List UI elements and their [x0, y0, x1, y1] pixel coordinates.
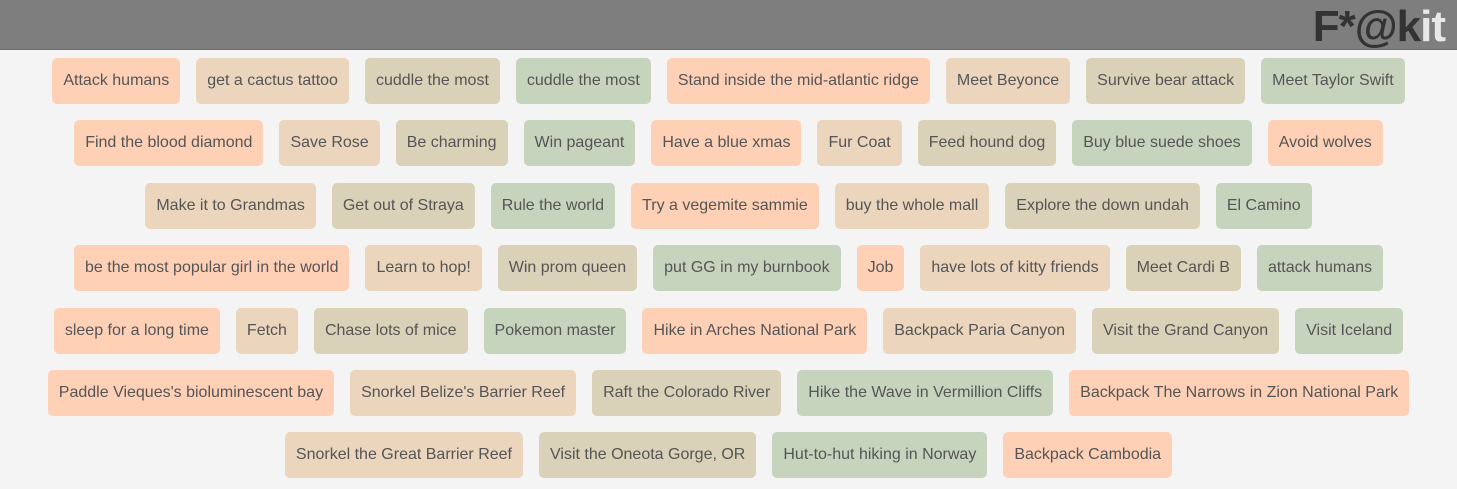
tag[interactable]: Save Rose: [279, 120, 380, 166]
tag[interactable]: Get out of Straya: [331, 183, 475, 229]
tag-cloud: Attack humans get a cactus tattoo cuddle…: [0, 50, 1457, 489]
tag[interactable]: sleep for a long time: [53, 308, 220, 354]
tag[interactable]: Visit Iceland: [1295, 308, 1404, 354]
tag-row: sleep for a long time Fetch Chase lots o…: [0, 308, 1457, 354]
tag[interactable]: Meet Taylor Swift: [1261, 58, 1405, 104]
tag[interactable]: Meet Beyonce: [945, 58, 1071, 104]
tag[interactable]: cuddle the most: [515, 58, 651, 104]
tag[interactable]: Hike in Arches National Park: [642, 308, 868, 354]
tag[interactable]: Visit the Grand Canyon: [1092, 308, 1280, 354]
tag[interactable]: Stand inside the mid-atlantic ridge: [666, 58, 930, 104]
tag[interactable]: get a cactus tattoo: [196, 58, 349, 104]
tag[interactable]: Buy blue suede shoes: [1072, 120, 1252, 166]
tag-row: Find the blood diamond Save Rose Be char…: [0, 120, 1457, 166]
tag[interactable]: Paddle Vieques's bioluminescent bay: [47, 370, 335, 416]
tag[interactable]: be the most popular girl in the world: [74, 245, 350, 291]
tag-row: Attack humans get a cactus tattoo cuddle…: [0, 58, 1457, 104]
tag[interactable]: Snorkel the Great Barrier Reef: [284, 432, 523, 478]
tag[interactable]: Avoid wolves: [1267, 120, 1383, 166]
tag[interactable]: Attack humans: [52, 58, 181, 104]
tag[interactable]: Chase lots of mice: [313, 308, 468, 354]
tag-row: Make it to Grandmas Get out of Straya Ru…: [0, 183, 1457, 229]
tag-row: be the most popular girl in the world Le…: [0, 245, 1457, 291]
tag[interactable]: put GG in my burnbook: [653, 245, 841, 291]
tag[interactable]: attack humans: [1256, 245, 1383, 291]
tag[interactable]: Job: [856, 245, 905, 291]
tag[interactable]: Meet Cardi B: [1125, 245, 1241, 291]
tag[interactable]: Backpack Cambodia: [1003, 432, 1173, 478]
logo-text-dark: F*@k: [1312, 2, 1421, 51]
tag[interactable]: Find the blood diamond: [74, 120, 264, 166]
tag[interactable]: Win pageant: [523, 120, 636, 166]
tag[interactable]: Fur Coat: [817, 120, 902, 166]
logo[interactable]: F*@k it: [1312, 0, 1446, 51]
tag-row: Paddle Vieques's bioluminescent bay Snor…: [0, 370, 1457, 416]
tag[interactable]: Be charming: [395, 120, 508, 166]
tag[interactable]: Hut-to-hut hiking in Norway: [772, 432, 988, 478]
logo-text-light: it: [1420, 2, 1446, 51]
tag[interactable]: Have a blue xmas: [651, 120, 802, 166]
tag[interactable]: Snorkel Belize's Barrier Reef: [350, 370, 577, 416]
tag[interactable]: Make it to Grandmas: [145, 183, 316, 229]
tag[interactable]: Rule the world: [490, 183, 616, 229]
tag[interactable]: cuddle the most: [364, 58, 500, 104]
tag[interactable]: Pokemon master: [483, 308, 627, 354]
tag[interactable]: Survive bear attack: [1086, 58, 1246, 104]
tag[interactable]: Hike the Wave in Vermillion Cliffs: [797, 370, 1054, 416]
tag[interactable]: Fetch: [235, 308, 298, 354]
tag[interactable]: Backpack The Narrows in Zion National Pa…: [1069, 370, 1410, 416]
tag[interactable]: Visit the Oneota Gorge, OR: [539, 432, 757, 478]
tag[interactable]: Win prom queen: [497, 245, 638, 291]
tag[interactable]: El Camino: [1215, 183, 1312, 229]
tag[interactable]: Try a vegemite sammie: [631, 183, 819, 229]
tag[interactable]: Explore the down undah: [1005, 183, 1200, 229]
tag-row: Snorkel the Great Barrier Reef Visit the…: [0, 432, 1457, 478]
tag[interactable]: have lots of kitty friends: [920, 245, 1110, 291]
tag[interactable]: Learn to hop!: [365, 245, 482, 291]
tag[interactable]: Backpack Paria Canyon: [883, 308, 1077, 354]
tag[interactable]: Feed hound dog: [917, 120, 1057, 166]
tag[interactable]: Raft the Colorado River: [592, 370, 782, 416]
top-bar: F*@k it: [0, 0, 1457, 50]
tag[interactable]: buy the whole mall: [834, 183, 990, 229]
